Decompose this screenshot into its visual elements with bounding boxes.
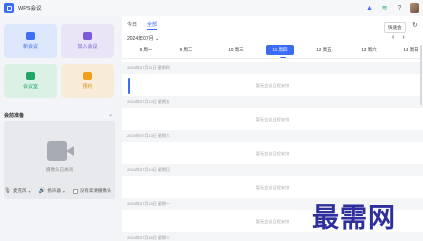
empty-schedule: 暂无会议日程安排 bbox=[255, 117, 290, 122]
tile-label: 预约 bbox=[82, 84, 93, 90]
hd-checkbox[interactable]: 没有高清摄像头 bbox=[72, 188, 112, 194]
mic-label: 麦克风 bbox=[12, 188, 27, 193]
day-item[interactable]: 13 周六 bbox=[355, 45, 383, 55]
empty-schedule: 暂无会议日程安排 bbox=[255, 151, 290, 156]
avatar[interactable] bbox=[410, 3, 419, 13]
camera-icon bbox=[47, 141, 74, 161]
left-panel: 新会议 加入会议 会议室 预约 会前准备 ⌄ 摄像头已关闭 🎙 麦克风 ▾ 🔊 … bbox=[0, 16, 120, 241]
hd-label: 没有高清摄像头 bbox=[79, 188, 112, 193]
join-icon bbox=[83, 32, 92, 40]
meeting-room-button[interactable]: 会议室 bbox=[4, 64, 57, 98]
tile-label: 新会议 bbox=[22, 44, 38, 50]
speaker-icon: 🔊 bbox=[38, 188, 46, 194]
month-selector[interactable]: 2024年07月 ⌄ bbox=[127, 35, 159, 42]
tile-label: 会议室 bbox=[22, 84, 38, 90]
date-header: 2024年07月14日 星期日 bbox=[122, 164, 423, 176]
calendar-icon bbox=[83, 72, 92, 80]
speaker-label: 扬声器 bbox=[47, 188, 61, 193]
calendar-tabs: 今日 全部 bbox=[127, 21, 158, 30]
day-strip: 8 周一 9 周二 10 周三 11 周四 12 周五 13 周六 14 周日 bbox=[122, 44, 423, 56]
title-bar: WPS会议 ▲ ≋ ? bbox=[0, 0, 423, 16]
checkbox[interactable] bbox=[72, 188, 78, 194]
tab-today[interactable]: 今日 bbox=[127, 21, 137, 30]
refresh-icon[interactable]: ↻ bbox=[412, 21, 418, 29]
day-item[interactable]: 8 周一 bbox=[132, 45, 160, 55]
caret-down-icon[interactable]: ▾ bbox=[28, 189, 30, 194]
join-meeting-button[interactable]: 加入会议 bbox=[61, 24, 114, 58]
watermark: 最需网 bbox=[312, 203, 396, 234]
chevron-down-icon[interactable]: ⌄ bbox=[108, 111, 113, 118]
day-item[interactable]: 9 周二 bbox=[172, 45, 200, 55]
speaker-toggle[interactable]: 🔊 扬声器 ▾ bbox=[39, 188, 65, 194]
microphone-icon: 🎙 bbox=[4, 188, 11, 194]
upload-icon[interactable]: ▲ bbox=[365, 4, 374, 13]
next-week-icon[interactable]: › bbox=[402, 34, 404, 41]
caret-down-icon[interactable]: ▾ bbox=[63, 189, 65, 194]
date-header: 2024年07月13日 星期六 bbox=[122, 130, 423, 142]
tab-all[interactable]: 全部 bbox=[147, 21, 158, 30]
camera-off-text: 摄像头已关闭 bbox=[46, 167, 73, 172]
wifi-icon[interactable]: ≋ bbox=[380, 4, 389, 13]
schedule-button[interactable]: 预约 bbox=[61, 64, 114, 98]
new-meeting-button[interactable]: 新会议 bbox=[4, 24, 57, 58]
day-item-selected[interactable]: 11 周四 bbox=[266, 45, 294, 55]
empty-schedule: 暂无会议日程安排 bbox=[255, 83, 290, 88]
help-icon[interactable]: ? bbox=[395, 4, 404, 13]
video-icon bbox=[26, 32, 35, 40]
device-controls: 🎙 麦克风 ▾ 🔊 扬声器 ▾ 没有高清摄像头 bbox=[4, 188, 119, 194]
divider bbox=[122, 58, 423, 59]
app-logo-icon bbox=[4, 3, 14, 13]
prev-week-icon[interactable]: ‹ bbox=[392, 34, 394, 41]
preview-title: 会前准备 bbox=[4, 113, 25, 119]
day-item[interactable]: 12 周五 bbox=[310, 45, 338, 55]
tile-label: 加入会议 bbox=[77, 44, 98, 50]
quick-meeting-button[interactable]: 快速会 bbox=[384, 22, 406, 33]
app-title: WPS会议 bbox=[18, 6, 42, 12]
room-icon bbox=[26, 72, 35, 80]
date-header: 2024年07月11日 星期四 bbox=[122, 62, 423, 74]
mic-toggle[interactable]: 🎙 麦克风 ▾ bbox=[4, 188, 31, 194]
scrollbar[interactable] bbox=[420, 45, 422, 105]
day-item[interactable]: 10 周三 bbox=[222, 45, 250, 55]
date-header: 2024年07月12日 星期五 bbox=[122, 96, 423, 108]
